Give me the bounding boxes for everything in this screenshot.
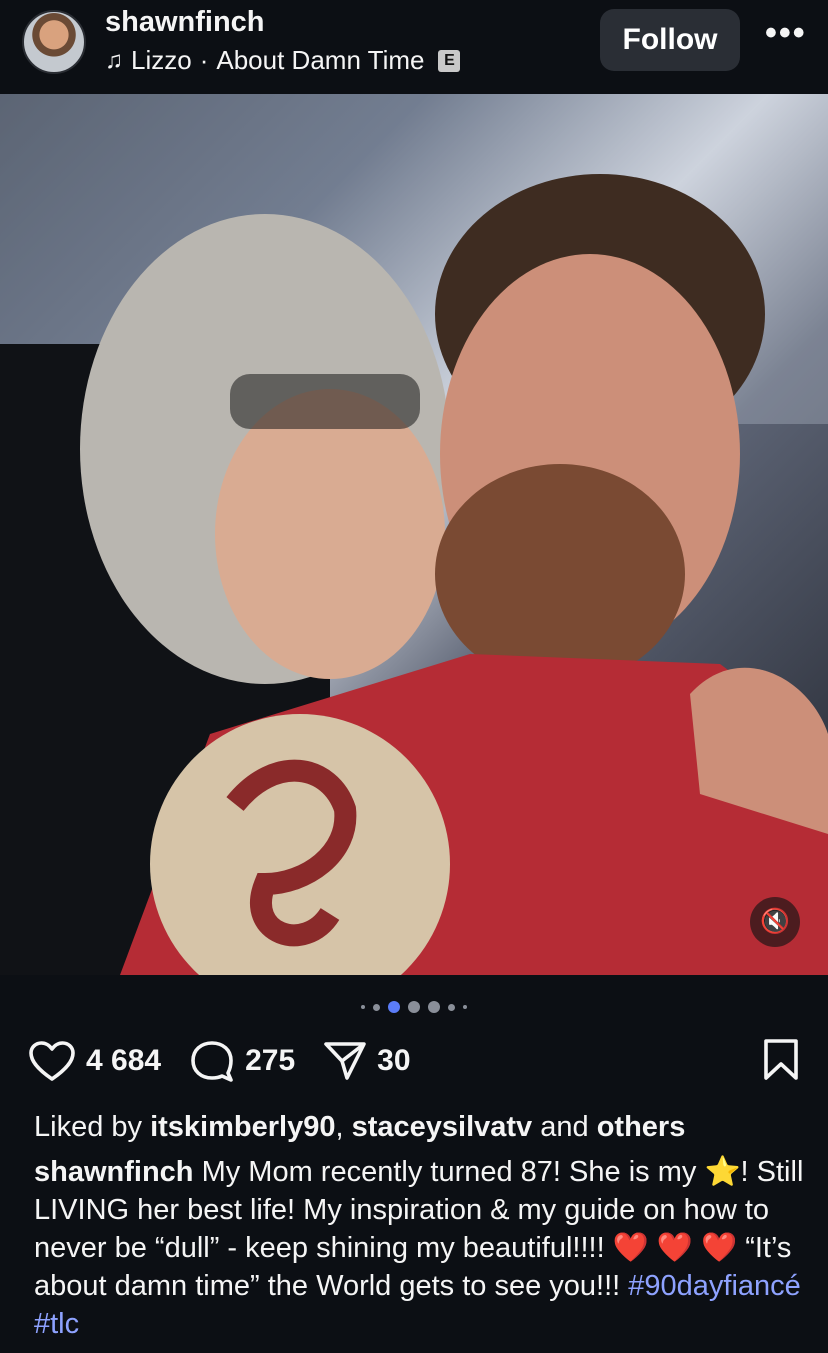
music-artist: Lizzo [131, 45, 192, 75]
post-photo-illustration [0, 94, 828, 975]
bookmark-icon [764, 1039, 798, 1080]
carousel-dot-active [388, 1001, 400, 1013]
comment-button[interactable]: 275 [189, 1040, 295, 1082]
share-icon [324, 1042, 366, 1080]
action-bar: 4 684 275 30 [28, 1038, 800, 1084]
comment-icon [191, 1041, 233, 1082]
liked-by-user1-label: itskimberly90 [150, 1111, 336, 1143]
hashtag-tlc[interactable]: #tlc [34, 1308, 79, 1340]
carousel-dot [373, 1003, 380, 1011]
music-info[interactable]: ♫ Lizzo · About Damn Time E [105, 45, 461, 76]
share-count: 30 [377, 1044, 411, 1077]
follow-button[interactable]: Follow [600, 9, 740, 71]
liked-by-others[interactable]: others [597, 1111, 686, 1143]
liked-by-user2[interactable]: staceysilvatv [352, 1111, 533, 1143]
carousel-dot [428, 1001, 440, 1013]
more-options-button[interactable]: ••• [765, 14, 807, 53]
music-title: About Damn Time [216, 45, 425, 75]
music-separator: · [199, 45, 209, 75]
mute-button[interactable]: 🔇 [750, 897, 800, 947]
heart-icon [29, 1041, 75, 1081]
liked-by-and: and [540, 1111, 589, 1143]
carousel-dot [463, 1005, 467, 1009]
carousel-dot [361, 1005, 365, 1009]
liked-by-separator: , [335, 1111, 344, 1143]
star-emoji: ⭐ [704, 1156, 741, 1188]
username[interactable]: shawnfinch [105, 6, 265, 39]
post-image[interactable] [0, 94, 828, 975]
caption-author[interactable]: shawnfinch [34, 1156, 194, 1188]
carousel-dot [448, 1003, 455, 1011]
explicit-badge: E [438, 49, 461, 72]
like-button[interactable]: 4 684 [28, 1040, 161, 1082]
liked-by-text: Liked by itskimberly90, staceysilvatv an… [34, 1108, 804, 1146]
share-button[interactable]: 30 [323, 1040, 411, 1082]
caption-text-1: My Mom recently turned 87! She is my [201, 1156, 697, 1188]
liked-by-user1[interactable]: itskimberly90 [150, 1111, 335, 1143]
carousel-dot [408, 1001, 420, 1013]
music-note-icon: ♫ [105, 46, 123, 74]
hashtag-90dayfiance[interactable]: #90dayfiancé [628, 1270, 801, 1302]
bookmark-button[interactable] [762, 1038, 800, 1087]
avatar[interactable] [22, 10, 86, 74]
comment-count: 275 [245, 1044, 296, 1077]
mute-icon: 🔇 [760, 908, 790, 935]
carousel-indicator [0, 1000, 828, 1014]
post-caption: shawnfinch My Mom recently turned 87! Sh… [34, 1153, 804, 1343]
liked-by-prefix: Liked by [34, 1111, 143, 1143]
like-count: 4 684 [86, 1044, 162, 1077]
post-header: shawnfinch ♫ Lizzo · About Damn Time E F… [0, 0, 828, 94]
hearts-emoji: ❤️ ❤️ ❤️ [612, 1232, 738, 1264]
